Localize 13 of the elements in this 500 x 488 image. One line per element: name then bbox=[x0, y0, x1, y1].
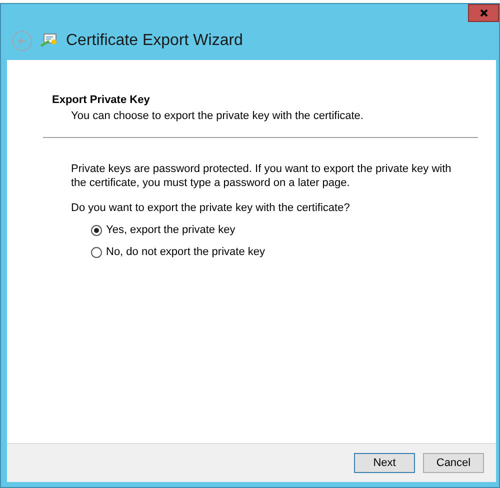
certificate-icon bbox=[40, 33, 58, 49]
question-text: Do you want to export the private key with the certificate? bbox=[71, 202, 351, 214]
page-subheading: You can choose to export the private key with the certificate. bbox=[71, 110, 364, 122]
back-arrow-icon bbox=[17, 36, 27, 46]
close-button[interactable] bbox=[468, 4, 499, 22]
page-heading: Export Private Key bbox=[52, 94, 151, 106]
description-text: Private keys are password protected. If you want to export the private key with the certificate, you must type a password on a later page. bbox=[71, 162, 452, 190]
radio-button[interactable] bbox=[91, 224, 102, 236]
close-icon bbox=[480, 9, 488, 17]
radio-button[interactable] bbox=[91, 246, 102, 258]
window-title: Certificate Export Wizard bbox=[66, 32, 243, 50]
dialog-button[interactable]: Cancel bbox=[423, 453, 484, 473]
dialog-button[interactable]: Next bbox=[354, 453, 415, 473]
